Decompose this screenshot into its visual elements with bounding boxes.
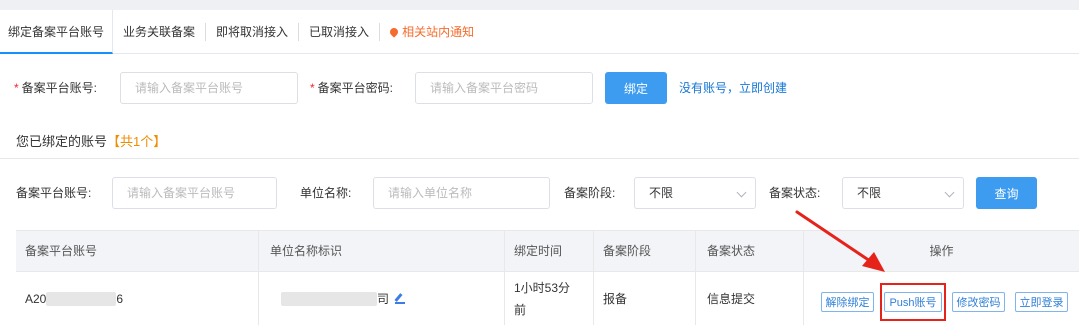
- edit-icon[interactable]: [395, 294, 406, 304]
- create-account-link[interactable]: 没有账号，立即创建: [679, 72, 787, 104]
- cell-unit: 司: [259, 272, 505, 325]
- th-stage: 备案阶段: [594, 231, 696, 272]
- unbind-button[interactable]: 解除绑定: [821, 292, 874, 312]
- account-input[interactable]: 请输入备案平台账号: [120, 72, 298, 104]
- required-mark: *: [14, 81, 19, 95]
- tab-label: 即将取消接入: [216, 25, 289, 39]
- th-bind-time: 绑定时间: [505, 231, 594, 272]
- table-header: 备案平台账号 单位名称标识 绑定时间 备案阶段 备案状态 操作: [16, 230, 1079, 272]
- divider: [0, 158, 1079, 159]
- stage-select[interactable]: 不限: [634, 177, 756, 209]
- tab-business-filing[interactable]: 业务关联备案: [113, 10, 205, 53]
- change-password-button[interactable]: 修改密码: [952, 292, 1005, 312]
- tab-label: 业务关联备案: [123, 25, 196, 39]
- required-mark: *: [310, 81, 315, 95]
- filter-account-label: 备案平台账号:: [16, 186, 92, 200]
- password-input[interactable]: 请输入备案平台密码: [415, 72, 593, 104]
- account-label: * 备案平台账号:: [14, 81, 98, 95]
- login-now-button[interactable]: 立即登录: [1015, 292, 1068, 312]
- redaction-mask: [46, 291, 117, 306]
- tab-label: 绑定备案平台账号: [8, 24, 105, 39]
- filter-unit-label: 单位名称:: [300, 186, 352, 200]
- filter-account-input[interactable]: 请输入备案平台账号: [112, 177, 277, 209]
- tab-cancelled[interactable]: 已取消接入: [299, 10, 379, 53]
- query-button[interactable]: 查询: [976, 177, 1037, 209]
- tab-bar: 绑定备案平台账号 业务关联备案 即将取消接入 已取消接入 相关站内通知: [0, 10, 1079, 54]
- bind-button[interactable]: 绑定: [605, 72, 667, 104]
- th-actions: 操作: [929, 244, 954, 258]
- cell-account: A20 6: [16, 272, 259, 325]
- tab-label: 已取消接入: [309, 25, 370, 39]
- cell-bind-time: 1小时53分 前: [505, 272, 594, 325]
- cell-stage: 报备: [594, 272, 696, 325]
- tab-notifications[interactable]: 相关站内通知: [380, 10, 484, 53]
- bound-accounts-title: 您已绑定的账号【共1个】: [16, 134, 167, 149]
- filter-status-label: 备案状态:: [769, 186, 821, 200]
- password-label: * 备案平台密码:: [310, 81, 394, 95]
- status-select[interactable]: 不限: [842, 177, 964, 209]
- chevron-down-icon: [944, 187, 955, 198]
- chevron-down-icon: [736, 187, 747, 198]
- th-account: 备案平台账号: [16, 231, 259, 272]
- tab-bind-account[interactable]: 绑定备案平台账号: [0, 10, 114, 54]
- top-strip: [0, 0, 1079, 10]
- bind-form: * 备案平台账号: 请输入备案平台账号 * 备案平台密码: 请输入备案平台密码 绑定…: [0, 72, 1079, 104]
- th-status: 备案状态: [696, 231, 804, 272]
- cell-status: 信息提交: [696, 272, 804, 325]
- redaction-mask: [281, 291, 377, 306]
- tab-pending-cancel[interactable]: 即将取消接入: [206, 10, 298, 53]
- filter-bar: 备案平台账号: 请输入备案平台账号 单位名称: 请输入单位名称 备案阶段: 不限…: [0, 177, 1079, 209]
- filter-stage-label: 备案阶段:: [564, 186, 616, 200]
- annotation-highlight-box: [880, 283, 946, 321]
- filter-unit-input[interactable]: 请输入单位名称: [373, 177, 550, 209]
- bound-count: 【共1个】: [107, 134, 167, 149]
- tab-label: 相关站内通知: [402, 25, 475, 39]
- location-pin-icon: [388, 25, 400, 38]
- th-unit: 单位名称标识: [259, 231, 505, 272]
